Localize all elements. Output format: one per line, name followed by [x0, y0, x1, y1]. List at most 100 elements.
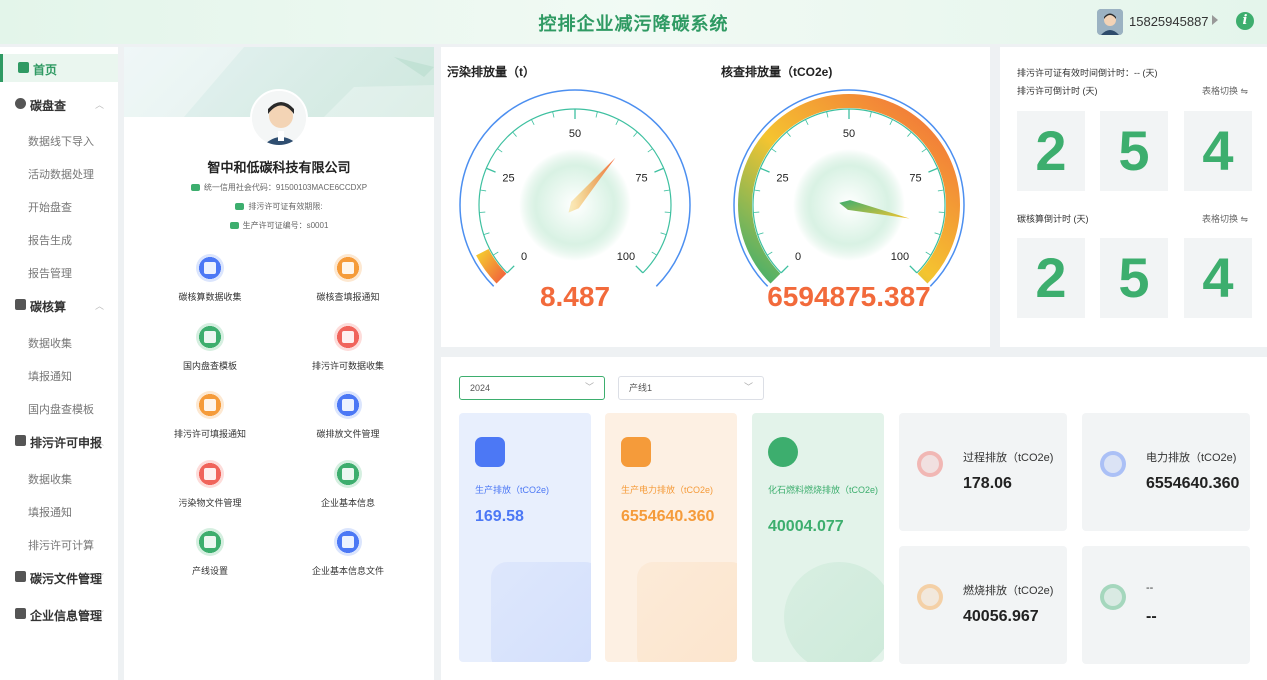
sidebar-item[interactable]: 数据收集: [0, 328, 118, 356]
permit-validity: 排污许可证有效期限:: [124, 201, 434, 212]
quick-link[interactable]: 碳排放文件管理: [278, 391, 418, 440]
company-name: 智中和低碳科技有限公司: [207, 160, 351, 175]
sidebar-item[interactable]: 报告生成: [0, 225, 118, 253]
quick-link[interactable]: 碳核查填报通知: [278, 254, 418, 303]
sidebar-item[interactable]: 数据收集: [0, 464, 118, 492]
sidebar-item[interactable]: 填报通知: [0, 361, 118, 389]
sidebar-item-label: 报告管理: [28, 268, 72, 280]
year-select[interactable]: 2024 ﹀: [459, 376, 605, 400]
permit-validity-text: 排污许可证有效期限:: [248, 202, 323, 211]
chevron-down-icon[interactable]: ﹀: [95, 608, 104, 621]
gauge-tick: [480, 189, 487, 192]
sidebar-item[interactable]: 排污许可计算: [0, 530, 118, 558]
quick-link[interactable]: 国内盘查模板: [140, 322, 280, 372]
gauge-tick: [615, 119, 619, 125]
chevron-up-icon[interactable]: ︿: [95, 98, 104, 111]
trend-icon: [768, 437, 798, 467]
emission-card[interactable]: 化石燃料燃烧排放（tCO2e) 40004.077: [752, 413, 884, 662]
gauge-tick: [889, 119, 893, 125]
line-select[interactable]: 产线1 ﹀: [618, 376, 764, 400]
emission-card-label: 化石燃料燃烧排放（tCO2e): [768, 485, 879, 495]
sidebar-item[interactable]: 活动数据处理: [0, 159, 118, 187]
sidebar-item-label: 碳盘查: [30, 99, 67, 113]
sidebar-item[interactable]: 企业信息管理 ﹀: [0, 600, 118, 628]
chevron-down-icon: ﹀: [743, 382, 753, 392]
stat-card-label: 电力排放（tCO2e): [1146, 452, 1237, 464]
stat-card-label: --: [1146, 582, 1154, 594]
production-permit: 生产许可证编号：s0001: [124, 220, 434, 231]
user-avatar[interactable]: [1097, 9, 1123, 35]
credit-code-text: 统一信用社会代码：91500103MACE6CCDXP: [203, 183, 368, 192]
chevron-down-icon[interactable]: ﹀: [95, 571, 104, 584]
sidebar-item[interactable]: 碳盘查 ︿: [0, 90, 118, 118]
user-menu-caret-icon[interactable]: [1212, 15, 1218, 25]
stat-card-label: 燃烧排放（tCO2e): [963, 585, 1054, 597]
quick-link[interactable]: 碳核算数据收集: [140, 254, 280, 303]
emission-card-label: 生产排放（tCO2e): [475, 485, 550, 495]
gauge-tick: [921, 148, 927, 153]
sidebar-item-label: 报告生成: [28, 235, 72, 247]
home-icon: [18, 62, 29, 73]
gauge-tick: [937, 189, 944, 192]
line-select-value: 产线1: [629, 383, 653, 393]
quick-link[interactable]: 企业基本信息: [278, 459, 418, 509]
gauge-tick: [909, 265, 918, 274]
gauge-tick: [907, 131, 912, 137]
sidebar-item-label: 开始盘查: [28, 202, 72, 214]
gauge-tick: [766, 251, 773, 256]
company-panel: 智中和低碳科技有限公司 统一信用社会代码：91500103MACE6CCDXP …: [124, 47, 434, 680]
gauge-tick: [928, 167, 938, 173]
gauge-tick: [786, 131, 791, 137]
sidebar-item[interactable]: 碳核算 ︿: [0, 291, 118, 319]
quick-link-icon: [196, 391, 224, 419]
stat-card-value: 178.06: [963, 475, 1012, 492]
gauge-tick: [757, 232, 764, 236]
folder-icon: [15, 571, 26, 582]
gauge-tick: [925, 251, 932, 256]
stat-card[interactable]: -- --: [1082, 546, 1250, 664]
sidebar-item[interactable]: 排污许可申报 ︿: [0, 427, 118, 455]
building-icon: [15, 608, 26, 619]
permit-table-switch[interactable]: 表格切换 ⇋: [1202, 84, 1248, 97]
gauge-tick: [512, 131, 517, 137]
info-icon[interactable]: i: [1236, 12, 1254, 30]
cloud-electric-icon: [1100, 451, 1126, 477]
quick-link[interactable]: 产线设置: [140, 528, 280, 577]
sidebar-item[interactable]: 首页: [0, 54, 118, 82]
stat-card[interactable]: 过程排放（tCO2e) 178.06: [899, 413, 1067, 531]
gauge-tick: [805, 119, 809, 125]
sidebar-item-label: 排污许可计算: [28, 540, 94, 552]
chevron-up-icon[interactable]: ︿: [95, 435, 104, 448]
sidebar-item-label: 数据线下导入: [28, 136, 94, 148]
gauge-tick: [635, 265, 644, 274]
sidebar-item[interactable]: 开始盘查: [0, 192, 118, 220]
card-icon: [229, 222, 239, 229]
emission-card-value: 6554640.360: [621, 508, 715, 525]
quick-link[interactable]: 企业基本信息文件: [278, 528, 418, 577]
quick-link[interactable]: 排污许可数据收集: [278, 322, 418, 372]
chevron-up-icon[interactable]: ︿: [95, 299, 104, 312]
sidebar-item[interactable]: 报告管理: [0, 258, 118, 286]
carbon-table-switch[interactable]: 表格切换 ⇋: [1202, 212, 1248, 225]
sidebar-item[interactable]: 数据线下导入: [0, 126, 118, 154]
sidebar-item[interactable]: 国内盘查模板: [0, 394, 118, 422]
user-phone[interactable]: 15825945887: [1129, 14, 1209, 29]
quick-link[interactable]: 排污许可填报通知: [140, 391, 280, 440]
sidebar-item[interactable]: 填报通知: [0, 497, 118, 525]
gauge-tick-label: 75: [635, 172, 647, 184]
sidebar-nav: 首页 碳盘查 ︿ 数据线下导入 活动数据处理 开始盘查 报告生成 报告管理 碳核算 ︿ 数据收集 填报…: [0, 47, 118, 680]
stat-card[interactable]: 燃烧排放（tCO2e) 40056.967: [899, 546, 1067, 664]
quick-link[interactable]: 污染物文件管理: [140, 459, 280, 509]
gauge-tick: [660, 232, 667, 236]
quick-link-icon: [334, 391, 362, 419]
gauge-tick: [531, 119, 535, 125]
gauge-tick: [595, 111, 598, 118]
emission-card[interactable]: 生产电力排放（tCO2e) 6554640.360: [605, 413, 737, 662]
emission-card-decoration: [637, 562, 737, 662]
emission-card[interactable]: 生产排放（tCO2e) 169.58: [459, 413, 591, 662]
sidebar-item[interactable]: 碳污文件管理 ﹀: [0, 563, 118, 591]
gauge-tick: [663, 189, 670, 192]
permit-digit: 4: [1184, 111, 1252, 191]
stat-card[interactable]: 电力排放（tCO2e) 6554640.360: [1082, 413, 1250, 531]
gauges-panel: 污染排放量（t） 核查排放量（tCO2e) 0 25 50 75 100 0 25 50 75 1…: [441, 47, 990, 347]
